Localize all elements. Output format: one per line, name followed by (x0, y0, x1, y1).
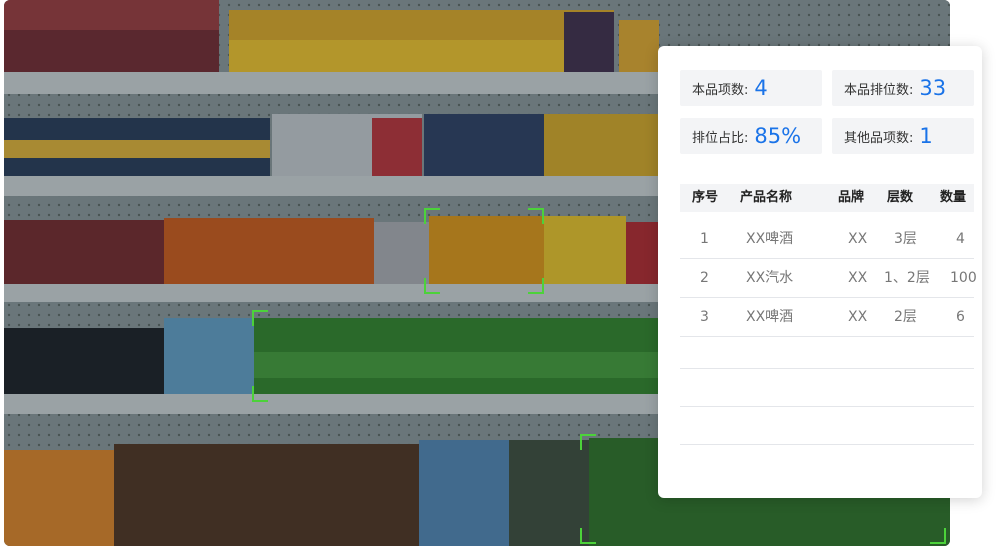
stat-label: 本品排位数: (844, 82, 914, 98)
stat-share: 排位占比: 85% (680, 118, 822, 154)
cell-layer: 3层 (894, 231, 917, 247)
cell-product: XX啤酒 (746, 309, 794, 325)
detection-box-corner (252, 310, 268, 326)
stat-value: 33 (919, 76, 947, 100)
cell-index: 1 (700, 231, 709, 247)
empty-row-divider (680, 444, 974, 445)
cell-product: XX啤酒 (746, 231, 794, 247)
stat-value: 1 (919, 124, 933, 148)
empty-row-divider (680, 406, 974, 407)
cell-brand: XX (848, 231, 868, 247)
cell-index: 2 (700, 270, 709, 286)
cell-brand: XX (848, 309, 868, 325)
empty-row-divider (680, 368, 974, 369)
detection-box-corner (252, 386, 268, 402)
column-header-quantity: 数量 (940, 190, 967, 205)
stat-value: 85% (754, 124, 802, 148)
detection-box-corner (424, 208, 440, 224)
table-row[interactable]: 1 XX啤酒 XX 3层 4 (680, 220, 974, 259)
table-row[interactable]: 3 XX啤酒 XX 2层 6 (680, 298, 974, 337)
detection-box-corner (930, 528, 946, 544)
column-header-index: 序号 (692, 190, 719, 205)
stat-other-items: 其他品项数: 1 (832, 118, 974, 154)
cell-quantity: 100 (950, 270, 977, 286)
stat-value: 4 (754, 76, 768, 100)
stat-label: 其他品项数: (844, 130, 914, 146)
detection-box-corner (528, 278, 544, 294)
analysis-panel: 本品项数: 4 本品排位数: 33 排位占比: 85% 其他品项数: 1 序号 … (658, 46, 982, 498)
stat-item-count: 本品项数: 4 (680, 70, 822, 106)
cell-layer: 2层 (894, 309, 917, 325)
column-header-layer: 层数 (887, 190, 914, 205)
table-row[interactable]: 2 XX汽水 XX 1、2层 100 (680, 259, 977, 298)
table-header: 序号 产品名称 品牌 层数 数量 (680, 184, 974, 212)
detection-box-corner (580, 528, 596, 544)
column-header-product: 产品名称 (740, 190, 793, 205)
detection-box-corner (528, 208, 544, 224)
column-header-brand: 品牌 (838, 190, 865, 205)
cell-index: 3 (700, 309, 709, 325)
stat-facing-count: 本品排位数: 33 (832, 70, 974, 106)
cell-brand: XX (848, 270, 868, 286)
cell-product: XX汽水 (746, 270, 794, 286)
detection-box-corner (424, 278, 440, 294)
detection-box-corner (580, 434, 596, 450)
cell-layer: 1、2层 (884, 270, 930, 286)
cell-quantity: 6 (956, 309, 965, 325)
cell-quantity: 4 (956, 231, 965, 247)
stat-label: 本品项数: (692, 82, 749, 98)
stat-label: 排位占比: (692, 130, 749, 146)
